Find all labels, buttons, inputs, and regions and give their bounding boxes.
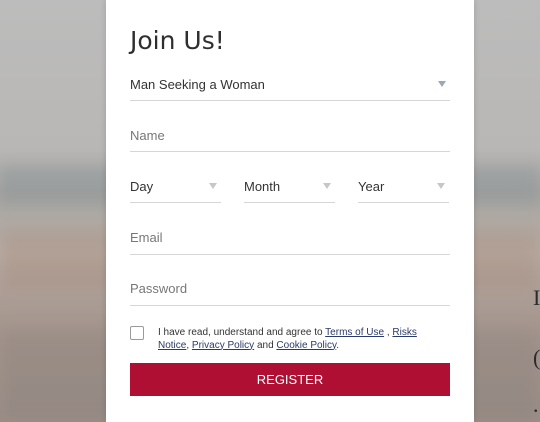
password-input[interactable]: Password xyxy=(130,281,450,306)
background-text-fragment: . xyxy=(533,392,539,417)
day-select[interactable]: Day xyxy=(130,179,221,203)
password-placeholder: Password xyxy=(130,281,188,296)
join-form-card: Join Us! Man Seeking a Woman Name Day Mo… xyxy=(106,0,474,422)
seeking-select[interactable]: Man Seeking a Woman xyxy=(130,77,450,101)
agree-checkbox[interactable] xyxy=(130,326,144,340)
day-label: Day xyxy=(130,179,154,194)
register-button[interactable]: REGISTER xyxy=(130,363,450,396)
email-input[interactable]: Email xyxy=(130,230,450,255)
dropdown-caret-icon xyxy=(438,81,446,87)
agreement-text: I have read, understand and agree to Ter… xyxy=(158,327,450,352)
separator: and xyxy=(254,339,277,351)
cookie-policy-link[interactable]: Cookie Policy xyxy=(276,340,336,351)
name-placeholder: Name xyxy=(130,128,165,143)
month-label: Month xyxy=(244,179,281,194)
month-select[interactable]: Month xyxy=(244,179,335,203)
background-text-fragment: ( xyxy=(533,345,540,370)
year-select[interactable]: Year xyxy=(358,179,449,203)
dropdown-caret-icon xyxy=(437,183,445,189)
dropdown-caret-icon xyxy=(323,183,331,189)
agreement-prefix: I have read, understand and agree to xyxy=(158,327,326,338)
seeking-value: Man Seeking a Woman xyxy=(130,77,265,92)
email-placeholder: Email xyxy=(130,230,163,245)
privacy-policy-link[interactable]: Privacy Policy xyxy=(192,340,254,351)
form-title: Join Us! xyxy=(130,26,225,55)
background-text-fragment: I xyxy=(533,285,540,310)
name-input[interactable]: Name xyxy=(130,128,450,152)
dropdown-caret-icon xyxy=(209,183,217,189)
terms-of-use-link[interactable]: Terms of Use xyxy=(325,327,384,338)
agreement-suffix: . xyxy=(336,339,340,351)
year-label: Year xyxy=(358,179,385,194)
